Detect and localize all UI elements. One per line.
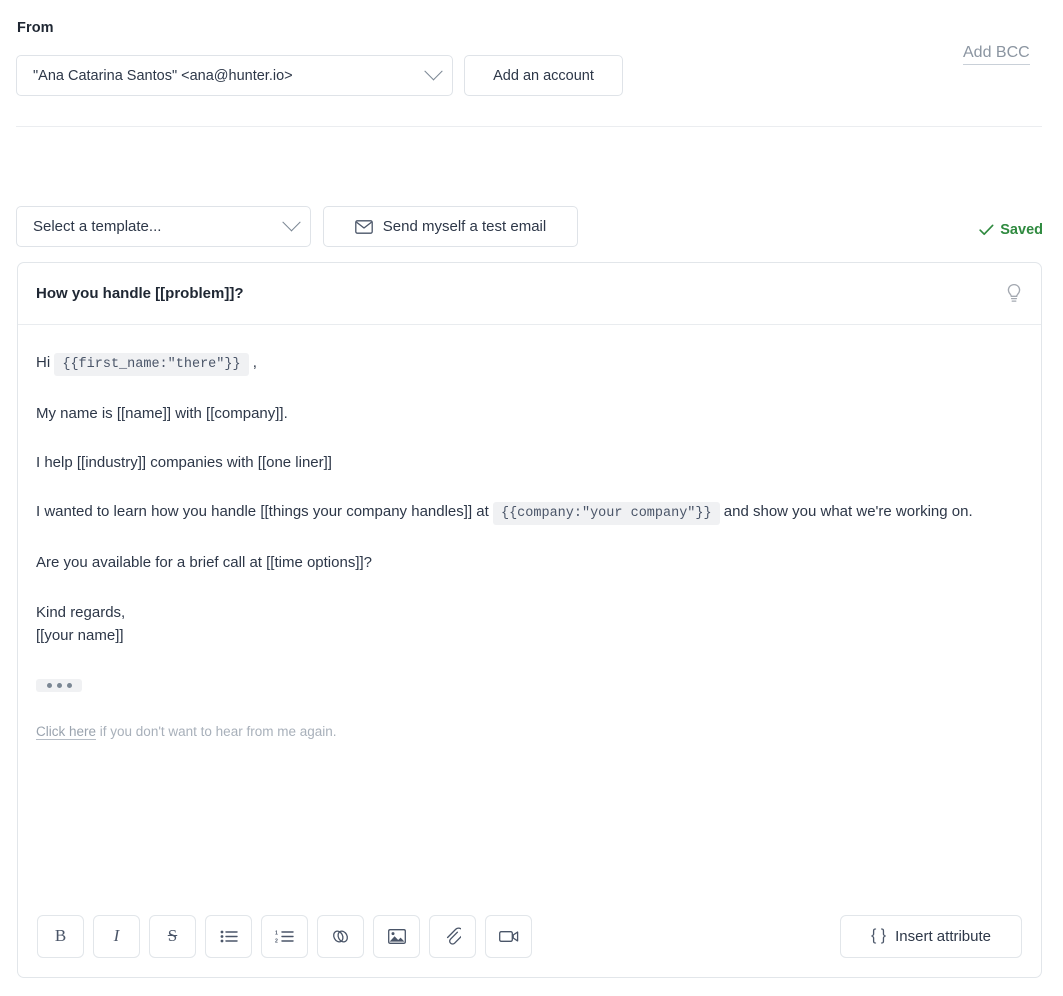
greeting-suffix: , (253, 354, 257, 371)
link-button[interactable] (317, 915, 364, 958)
attachment-button[interactable] (429, 915, 476, 958)
body-signature: Kind regards, [[your name]] (36, 601, 1023, 648)
saved-status: Saved (979, 222, 1043, 238)
subject-input[interactable]: How you handle [[problem]]? (36, 285, 1004, 302)
italic-button[interactable]: I (93, 915, 140, 958)
bulleted-list-icon (220, 930, 238, 943)
from-account-select[interactable]: "Ana Catarina Santos" <ana@hunter.io> (16, 55, 453, 96)
unsubscribe-line: Click here if you don't want to hear fro… (36, 722, 1023, 747)
video-camera-icon (499, 930, 519, 943)
braces-icon: { } (871, 927, 886, 945)
svg-text:1: 1 (275, 930, 278, 936)
image-icon (388, 929, 406, 944)
section-divider (16, 126, 1042, 127)
sign-off: Kind regards, (36, 604, 125, 621)
toolbar-format-group: B I S 1 (37, 915, 532, 958)
attribute-token-company[interactable]: {{company:"your company"}} (493, 502, 720, 525)
send-test-email-label: Send myself a test email (383, 218, 546, 235)
chevron-down-icon (282, 213, 300, 231)
check-icon (979, 224, 994, 236)
bold-icon: B (55, 926, 66, 946)
body-line-help: I help [[industry]] companies with [[one… (36, 451, 1023, 474)
editor-toolbar: B I S 1 (18, 895, 1041, 977)
from-account-value: "Ana Catarina Santos" <ana@hunter.io> (33, 68, 421, 84)
add-bcc-link[interactable]: Add BCC (963, 44, 1030, 65)
wanted-suffix: and show you what we're working on. (724, 503, 973, 520)
numbered-list-button[interactable]: 1 2 (261, 915, 308, 958)
email-body[interactable]: Hi {{first_name:"there"}} , My name is [… (18, 325, 1041, 747)
unsubscribe-link[interactable]: Click here (36, 724, 96, 740)
from-label: From (17, 20, 54, 36)
body-ellipsis-token (36, 673, 1023, 696)
insert-attribute-label: Insert attribute (895, 928, 991, 945)
numbered-list-icon: 1 2 (275, 930, 294, 943)
video-button[interactable] (485, 915, 532, 958)
link-icon (331, 928, 350, 945)
bold-button[interactable]: B (37, 915, 84, 958)
greeting-prefix: Hi (36, 354, 50, 371)
envelope-icon (355, 220, 373, 234)
email-editor-card: How you handle [[problem]]? Hi {{first_n… (17, 262, 1042, 978)
saved-label: Saved (1000, 222, 1043, 238)
paperclip-icon (445, 927, 461, 945)
strikethrough-button[interactable]: S (149, 915, 196, 958)
ellipsis-icon[interactable] (36, 679, 82, 692)
unsubscribe-text: if you don't want to hear from me again. (96, 724, 336, 739)
svg-text:2: 2 (275, 938, 278, 943)
campaign-email-editor: From "Ana Catarina Santos" <ana@hunter.i… (0, 0, 1063, 996)
chevron-down-icon (424, 62, 442, 80)
send-test-email-button[interactable]: Send myself a test email (323, 206, 578, 247)
attribute-token-first-name[interactable]: {{first_name:"there"}} (54, 353, 248, 376)
italic-icon: I (114, 926, 120, 946)
template-select-value: Select a template... (33, 218, 279, 235)
template-select[interactable]: Select a template... (16, 206, 311, 247)
wanted-prefix: I wanted to learn how you handle [[thing… (36, 503, 489, 520)
insert-attribute-button[interactable]: { } Insert attribute (840, 915, 1022, 958)
add-an-account-button[interactable]: Add an account (464, 55, 623, 96)
subject-row[interactable]: How you handle [[problem]]? (18, 263, 1041, 325)
body-line-wanted: I wanted to learn how you handle [[thing… (36, 500, 1023, 525)
body-line-intro: My name is [[name]] with [[company]]. (36, 402, 1023, 425)
image-button[interactable] (373, 915, 420, 958)
strikethrough-icon: S (168, 926, 177, 946)
lightbulb-icon[interactable] (1004, 283, 1024, 305)
body-line-greeting: Hi {{first_name:"there"}} , (36, 351, 1023, 376)
sign-name: [[your name]] (36, 627, 124, 644)
bulleted-list-button[interactable] (205, 915, 252, 958)
body-line-call: Are you available for a brief call at [[… (36, 551, 1023, 574)
